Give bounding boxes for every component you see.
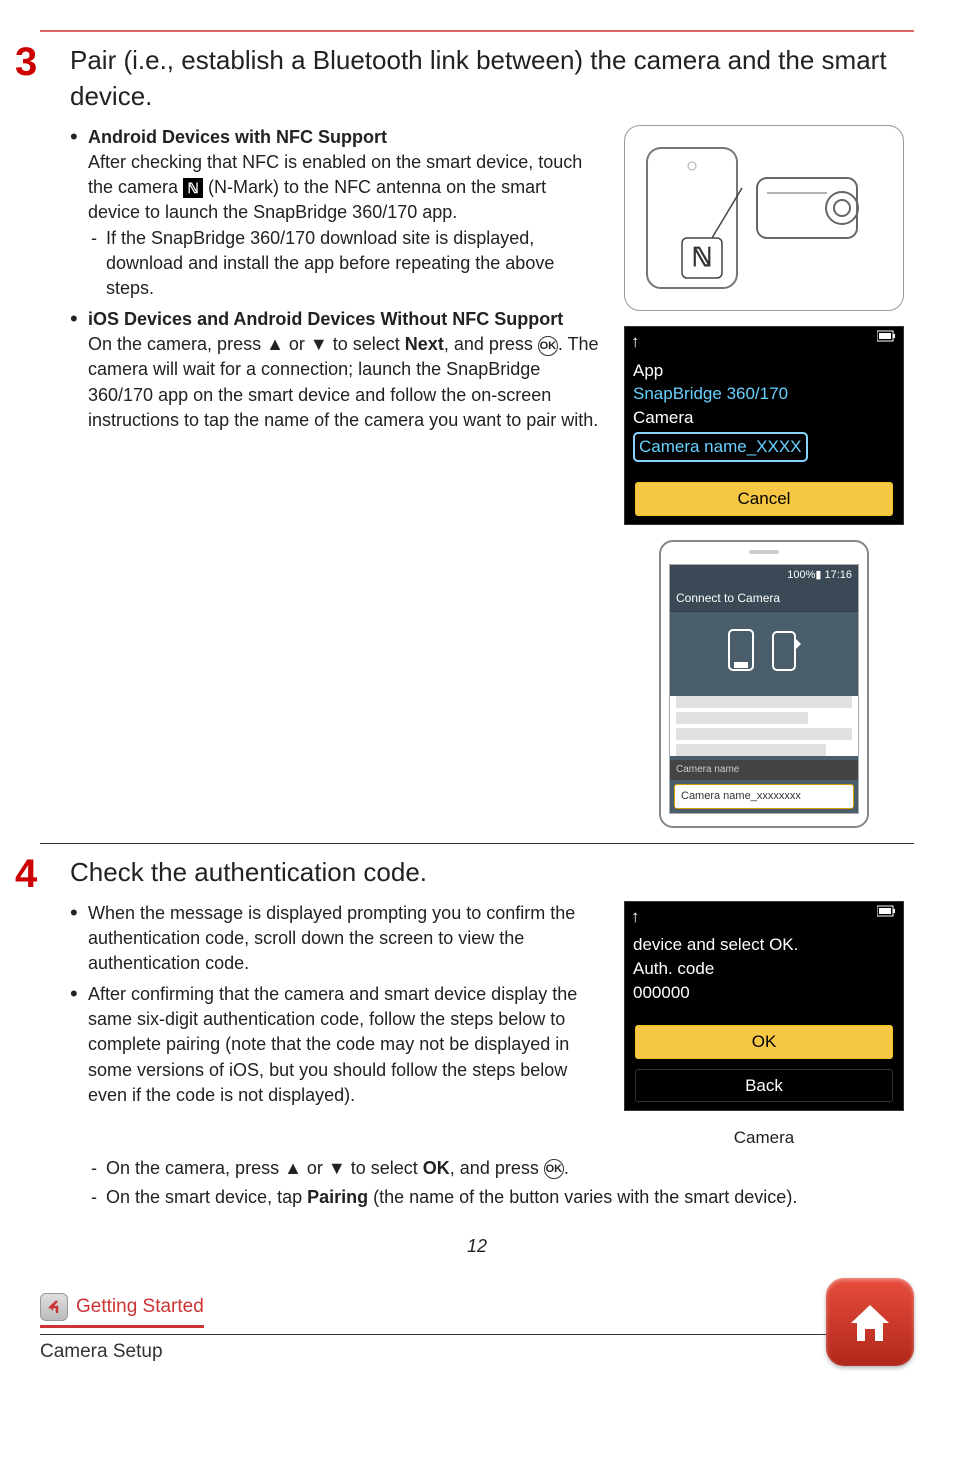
arrow-up-icon: ↑ <box>631 330 640 354</box>
arrow-up-icon: ↑ <box>631 905 640 929</box>
step-number-4: 4 <box>15 854 70 894</box>
camera-lcd-pairing: ↑ App SnapBridge 360/170 Camera Camera n… <box>624 326 904 525</box>
ios-no-nfc-text: On the camera, press ▲ or ▼ to select Ne… <box>88 334 599 430</box>
footer-link[interactable]: Getting Started <box>76 1294 204 1321</box>
lcd-back-button[interactable]: Back <box>635 1069 893 1103</box>
ios-no-nfc-title: iOS Devices and Android Devices Without … <box>88 309 563 329</box>
auth-bullet-2: After confirming that the camera and sma… <box>88 982 602 1108</box>
phone-camera-label: Camera name <box>670 760 858 780</box>
camera-lcd-auth: ↑ device and select OK. Auth. code 00000… <box>624 901 904 1112</box>
lcd-camera-name: Camera name_XXXX <box>633 432 808 462</box>
svg-text:ℕ: ℕ <box>692 242 713 272</box>
auth-bullet-1: When the message is displayed prompting … <box>88 901 602 977</box>
step-4-title: Check the authentication code. <box>70 854 914 890</box>
lcd-app-label: App <box>633 359 895 383</box>
dash-camera-ok: On the camera, press ▲ or ▼ to select OK… <box>106 1156 914 1181</box>
dash-smart-pairing: On the smart device, tap Pairing (the na… <box>106 1185 914 1210</box>
return-icon[interactable] <box>40 1293 68 1321</box>
nfc-figure: ℕ <box>624 125 904 311</box>
battery-icon <box>877 905 897 929</box>
phone-mockup: 100%▮ 17:16 Connect to Camera <box>659 540 869 829</box>
step-4: 4 Check the authentication code. When th… <box>40 843 914 1214</box>
lcd-camera-label: Camera <box>633 406 895 430</box>
lcd-auth-line1: device and select OK. <box>633 933 895 957</box>
lcd-auth-line2: Auth. code <box>633 957 895 981</box>
lcd-cancel-button[interactable]: Cancel <box>635 482 893 516</box>
step-3-title: Pair (i.e., establish a Bluetooth link b… <box>70 42 914 115</box>
step-3: 3 Pair (i.e., establish a Bluetooth link… <box>40 30 914 828</box>
lcd-ok-button[interactable]: OK <box>635 1025 893 1059</box>
android-nfc-title: Android Devices with NFC Support <box>88 127 387 147</box>
n-mark-icon: ℕ <box>183 178 203 198</box>
page-number: 12 <box>40 1234 914 1259</box>
nfc-dash-1: If the SnapBridge 360/170 download site … <box>106 226 602 302</box>
phone-camera-name[interactable]: Camera name_xxxxxxxx <box>674 784 854 809</box>
phone-app-title: Connect to Camera <box>670 586 858 612</box>
lcd-app-name: SnapBridge 360/170 <box>633 382 895 406</box>
footer: Getting Started Camera Setup <box>40 1278 914 1366</box>
ok-icon: OK <box>544 1159 564 1179</box>
footer-section: Camera Setup <box>40 1335 826 1366</box>
ios-no-nfc-item: iOS Devices and Android Devices Without … <box>88 307 602 433</box>
home-button[interactable] <box>826 1278 914 1366</box>
camera-caption: Camera <box>614 1126 914 1150</box>
battery-icon <box>877 330 897 354</box>
lcd-auth-code: 000000 <box>633 981 895 1005</box>
step-number-3: 3 <box>15 42 70 82</box>
android-nfc-item: Android Devices with NFC Support After c… <box>88 125 602 301</box>
android-nfc-text: After checking that NFC is enabled on th… <box>88 152 582 222</box>
ok-icon: OK <box>538 336 558 356</box>
